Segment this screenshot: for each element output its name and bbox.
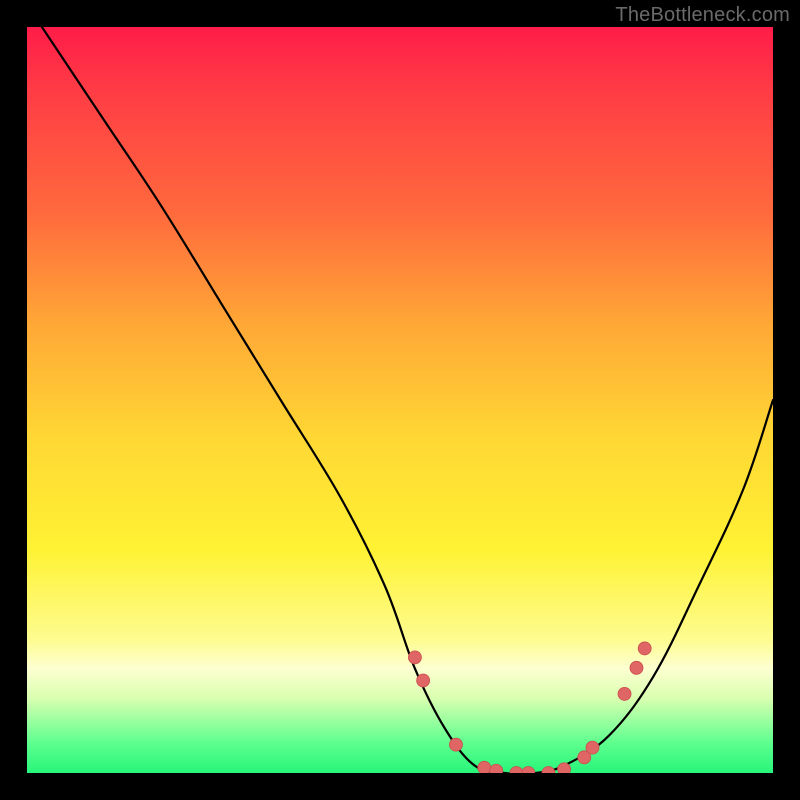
curve-marker — [638, 642, 651, 655]
curve-marker — [522, 767, 535, 774]
plot-area — [27, 27, 773, 773]
curve-marker — [478, 761, 491, 773]
curve-markers — [408, 642, 651, 773]
curve-marker — [408, 651, 421, 664]
curve-marker — [542, 767, 555, 774]
curve-marker — [449, 738, 462, 751]
curve-marker — [558, 763, 571, 773]
chart-frame: TheBottleneck.com — [0, 0, 800, 800]
curve-marker — [586, 741, 599, 754]
curve-marker — [618, 687, 631, 700]
curve-marker — [417, 674, 430, 687]
curve-marker — [630, 661, 643, 674]
chart-svg — [27, 27, 773, 773]
curve-marker — [510, 767, 523, 774]
curve-marker — [490, 764, 503, 773]
bottleneck-curve — [42, 27, 773, 773]
watermark-text: TheBottleneck.com — [615, 4, 790, 27]
